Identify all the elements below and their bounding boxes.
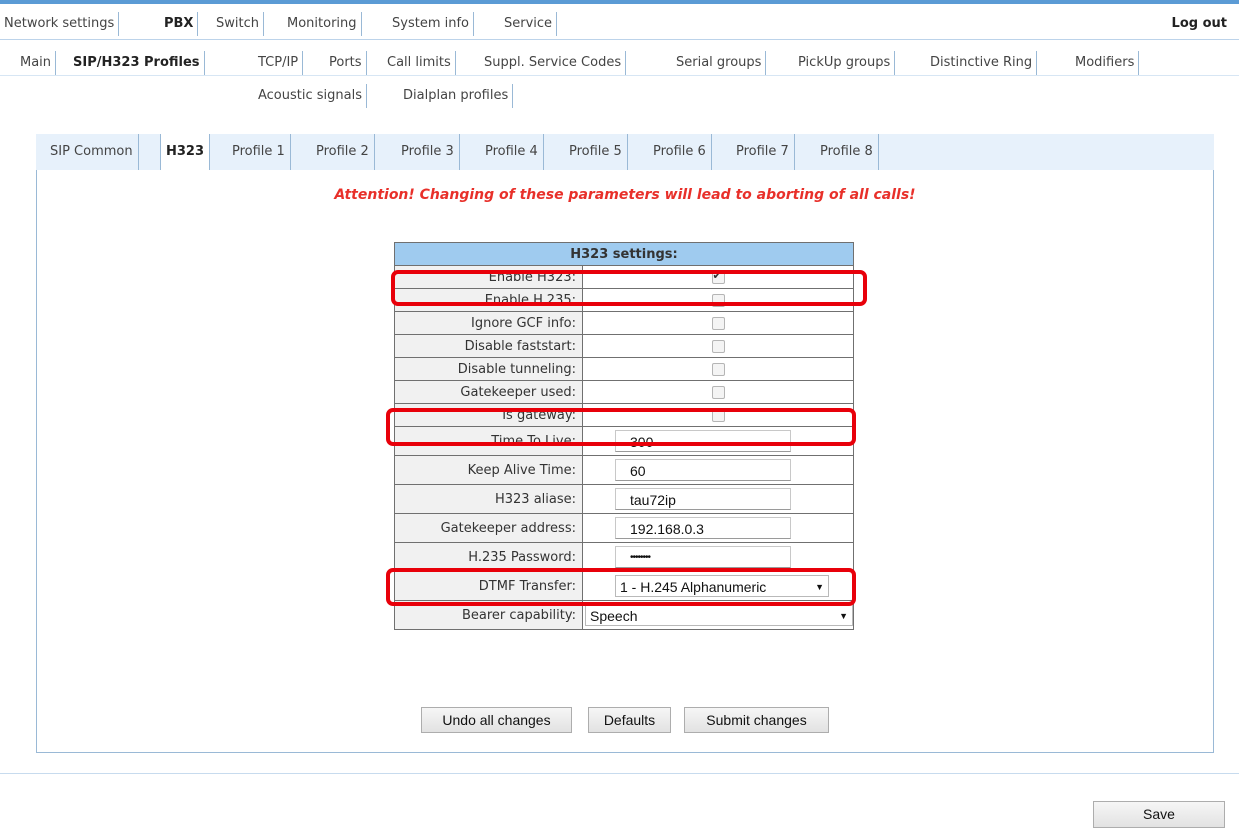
h323-aliase-input[interactable]: tau72ip (615, 488, 791, 510)
highlight-enable-h323 (391, 270, 867, 306)
row-gatekeeper-used: Gatekeeper used: (394, 380, 854, 404)
table-header: H323 settings: (394, 242, 854, 266)
highlight-gatekeeper-address (386, 568, 856, 606)
dropdown-arrow-icon: ▼ (839, 611, 848, 621)
save-button[interactable]: Save (1093, 801, 1225, 828)
tab-profile-8[interactable]: Profile 8 (815, 134, 879, 170)
bearer-capability-value: Speech (590, 608, 638, 624)
nav-service[interactable]: Service (500, 12, 558, 36)
subnav-separator (0, 75, 1239, 76)
ignore-gcf-checkbox[interactable] (711, 316, 725, 330)
h323-aliase-label: H323 aliase: (394, 484, 583, 514)
row-gatekeeper-address: Gatekeeper address: 192.168.0.3 (394, 513, 854, 543)
row-keep-alive-time: Keep Alive Time: 60 (394, 455, 854, 485)
highlight-gatekeeper-used (386, 408, 856, 446)
ignore-gcf-label: Ignore GCF info: (394, 311, 583, 335)
tab-profile-2[interactable]: Profile 2 (311, 134, 375, 170)
gatekeeper-used-label: Gatekeeper used: (394, 380, 583, 404)
row-disable-tunneling: Disable tunneling: (394, 357, 854, 381)
attention-warning: Attention! Changing of these parameters … (334, 187, 916, 203)
subnav-acoustic-signals[interactable]: Acoustic signals (254, 84, 367, 108)
subnav-sip-h323-profiles[interactable]: SIP/H323 Profiles (69, 51, 205, 75)
keep-alive-time-input[interactable]: 60 (615, 459, 791, 481)
row-h323-aliase: H323 aliase: tau72ip (394, 484, 854, 514)
subnav-distinctive-ring[interactable]: Distinctive Ring (926, 51, 1038, 75)
gatekeeper-address-label: Gatekeeper address: (394, 513, 583, 543)
nav-monitoring[interactable]: Monitoring (283, 12, 362, 36)
gatekeeper-used-checkbox[interactable] (711, 385, 725, 399)
tab-profile-7[interactable]: Profile 7 (731, 134, 795, 170)
subnav-suppl-service-codes[interactable]: Suppl. Service Codes (480, 51, 627, 75)
nav-system-info[interactable]: System info (388, 12, 474, 36)
defaults-button[interactable]: Defaults (588, 707, 671, 733)
submit-changes-button[interactable]: Submit changes (684, 707, 829, 733)
subnav-tcp-ip[interactable]: TCP/IP (254, 51, 304, 75)
subnav-ports[interactable]: Ports (325, 51, 367, 75)
gatekeeper-address-input[interactable]: 192.168.0.3 (615, 517, 791, 539)
top-accent-line (0, 0, 1239, 4)
disable-faststart-label: Disable faststart: (394, 334, 583, 358)
keep-alive-time-label: Keep Alive Time: (394, 455, 583, 485)
bearer-capability-select[interactable]: Speech ▼ (585, 604, 853, 626)
disable-faststart-checkbox[interactable] (711, 339, 725, 353)
tab-profile-1[interactable]: Profile 1 (227, 134, 291, 170)
profile-tabs: SIP Common H323 Profile 1 Profile 2 Prof… (36, 134, 1214, 171)
tab-profile-5[interactable]: Profile 5 (564, 134, 628, 170)
footer-separator (0, 773, 1239, 774)
tab-profile-4[interactable]: Profile 4 (480, 134, 544, 170)
top-navigation: Network settings PBX Switch Monitoring S… (0, 8, 1239, 39)
disable-tunneling-checkbox[interactable] (711, 362, 725, 376)
nav-switch[interactable]: Switch (212, 12, 264, 36)
subnav-call-limits[interactable]: Call limits (383, 51, 456, 75)
nav-pbx[interactable]: PBX (160, 12, 199, 36)
tab-h323[interactable]: H323 (160, 134, 211, 171)
subnav-dialplan-profiles[interactable]: Dialplan profiles (399, 84, 514, 108)
disable-tunneling-label: Disable tunneling: (394, 357, 583, 381)
subnav-modifiers[interactable]: Modifiers (1071, 51, 1140, 75)
nav-network-settings[interactable]: Network settings (0, 12, 120, 36)
logout-link[interactable]: Log out (1172, 12, 1227, 36)
tab-sip-common[interactable]: SIP Common (45, 134, 139, 170)
undo-all-changes-button[interactable]: Undo all changes (421, 707, 572, 733)
h235-password-input[interactable]: •••••••• (615, 546, 791, 568)
tab-profile-6[interactable]: Profile 6 (648, 134, 712, 170)
nav-separator (0, 39, 1239, 40)
tab-profile-3[interactable]: Profile 3 (396, 134, 460, 170)
subnav-main[interactable]: Main (16, 51, 57, 75)
subnav-pickup-groups[interactable]: PickUp groups (794, 51, 896, 75)
subnav-serial-groups[interactable]: Serial groups (672, 51, 767, 75)
row-disable-faststart: Disable faststart: (394, 334, 854, 358)
row-ignore-gcf: Ignore GCF info: (394, 311, 854, 335)
